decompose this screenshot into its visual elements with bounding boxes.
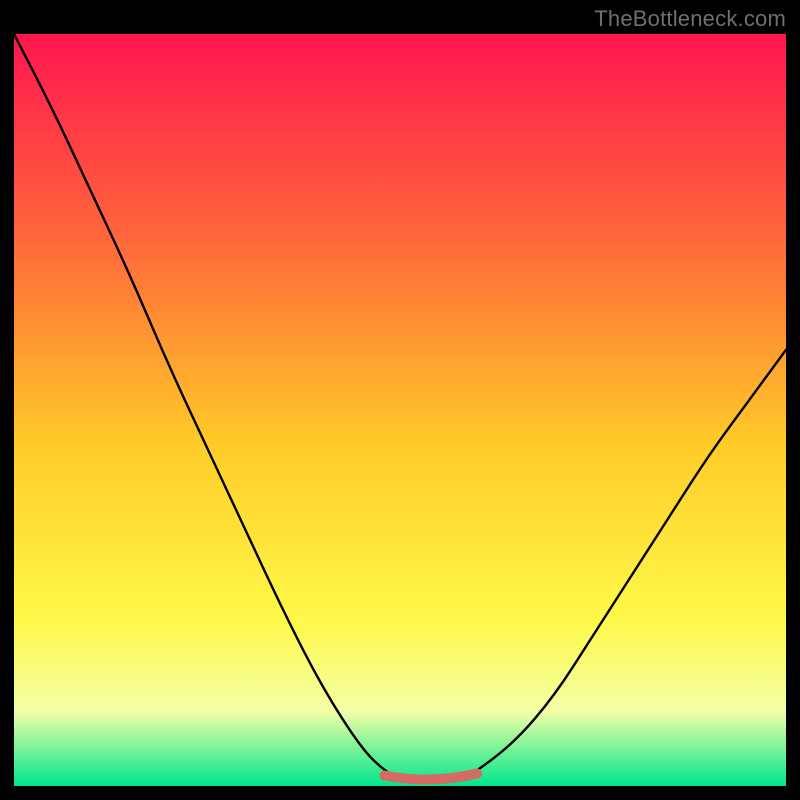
chart-frame — [14, 34, 786, 786]
bottleneck-curve-chart — [14, 34, 786, 786]
gradient-background — [14, 34, 786, 786]
watermark-text: TheBottleneck.com — [594, 6, 786, 32]
